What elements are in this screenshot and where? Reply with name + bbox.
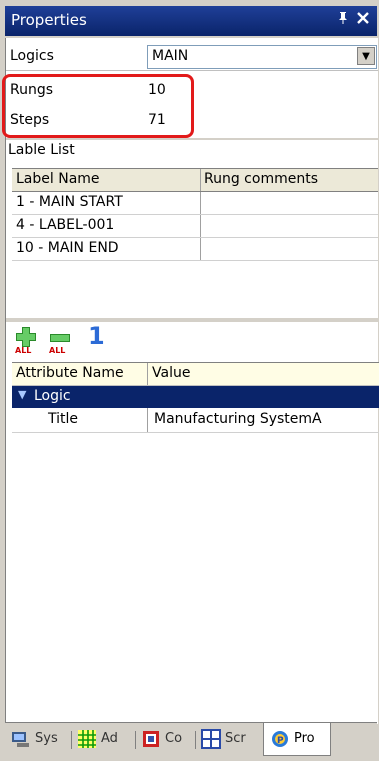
window-title: Properties: [11, 11, 87, 29]
logics-value: MAIN: [152, 48, 189, 64]
logics-dropdown[interactable]: MAIN ▼: [147, 45, 377, 69]
group-label: Logic: [34, 388, 71, 404]
one-icon[interactable]: 1: [88, 322, 105, 350]
close-icon[interactable]: [357, 9, 369, 28]
label-table: Label Name Rung comments 1 - MAIN START …: [12, 168, 378, 261]
properties-icon: P: [270, 729, 290, 749]
svg-text:P: P: [277, 736, 284, 746]
group-row-logic[interactable]: ▼ Logic: [12, 386, 379, 408]
svg-text:ALL: ALL: [15, 346, 31, 354]
divider: [6, 138, 378, 140]
screen-icon: [201, 729, 221, 749]
properties-panel: Properties Logics MAIN ▼ Rungs 10 Steps …: [0, 0, 379, 761]
label-table-header: Label Name Rung comments: [12, 168, 378, 192]
tab-co[interactable]: Co: [141, 727, 193, 753]
add-all-icon[interactable]: ALL: [14, 326, 38, 355]
chevron-down-icon[interactable]: ▼: [357, 47, 375, 65]
column-value[interactable]: Value: [152, 365, 190, 381]
svg-text:ALL: ALL: [49, 346, 65, 354]
label-list-caption: Lable List: [8, 142, 75, 158]
attribute-row[interactable]: Title Manufacturing SystemA: [12, 408, 379, 433]
system-icon: [11, 729, 31, 749]
attribute-table: Attribute Name Value ▼ Logic Title Manuf…: [12, 362, 379, 433]
attribute-table-header: Attribute Name Value: [12, 362, 379, 386]
tab-pro[interactable]: P Pro: [263, 723, 331, 756]
title-bar: Properties: [5, 6, 377, 36]
address-grid-icon: [77, 729, 97, 749]
tab-scr[interactable]: Scr: [201, 727, 259, 753]
tab-ad[interactable]: Ad: [77, 727, 131, 753]
attribute-value-cell[interactable]: Manufacturing SystemA: [154, 411, 322, 427]
bottom-tab-bar: Sys Ad Co Scr P Pro: [5, 722, 377, 757]
label-name-cell: 1 - MAIN START: [16, 194, 123, 210]
table-row[interactable]: 10 - MAIN END: [12, 238, 378, 261]
table-row[interactable]: 1 - MAIN START: [12, 192, 378, 215]
collapse-triangle-icon[interactable]: ▼: [18, 388, 26, 401]
column-attribute-name[interactable]: Attribute Name: [16, 365, 124, 381]
remove-all-icon[interactable]: ALL: [48, 326, 72, 355]
column-rung-comments[interactable]: Rung comments: [204, 171, 318, 187]
highlight-box: [2, 74, 194, 138]
logics-label: Logics: [10, 48, 54, 64]
label-name-cell: 4 - LABEL-001: [16, 217, 115, 233]
logics-row: Logics MAIN ▼: [6, 44, 378, 71]
label-name-cell: 10 - MAIN END: [16, 240, 119, 256]
attribute-name-cell: Title: [48, 411, 79, 427]
column-label-name[interactable]: Label Name: [16, 171, 100, 187]
table-row[interactable]: 4 - LABEL-001: [12, 215, 378, 238]
content-area: Logics MAIN ▼ Rungs 10 Steps 71 Lable Li…: [2, 38, 379, 724]
comment-icon: [141, 729, 161, 749]
tab-sys[interactable]: Sys: [11, 727, 67, 753]
splitter[interactable]: [6, 318, 378, 322]
pin-icon[interactable]: [337, 11, 349, 29]
